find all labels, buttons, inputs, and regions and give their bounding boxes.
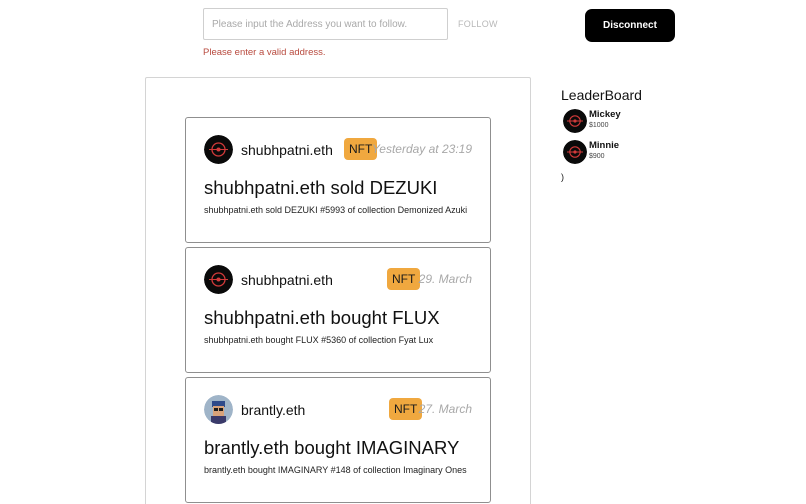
card-timestamp: Yesterday at 23:19 bbox=[371, 142, 472, 156]
card-description: shubhpatni.eth sold DEZUKI #5993 of coll… bbox=[204, 205, 468, 215]
follow-button[interactable]: FOLLOW bbox=[458, 18, 498, 30]
leaderboard-amount: $900 bbox=[589, 153, 605, 160]
card-title: brantly.eth bought IMAGINARY bbox=[204, 437, 460, 458]
address-error-message: Please enter a valid address. bbox=[203, 47, 326, 58]
disconnect-button[interactable]: Disconnect bbox=[585, 9, 675, 42]
card-timestamp: 27. March bbox=[418, 402, 472, 416]
ens-logo-avatar-icon[interactable] bbox=[204, 265, 233, 294]
leaderboard-entry[interactable]: Minnie $900 bbox=[563, 140, 683, 166]
feed-card[interactable]: brantly.eth NFT 27. March brantly.eth bo… bbox=[185, 377, 491, 503]
leaderboard-trailing-text: ) bbox=[561, 172, 564, 182]
nft-badge: NFT bbox=[387, 268, 421, 290]
leaderboard-title: LeaderBoard bbox=[561, 87, 642, 103]
card-timestamp: 29. March bbox=[418, 272, 472, 286]
ens-logo-avatar-icon bbox=[563, 140, 587, 164]
pixel-portrait-avatar-icon[interactable] bbox=[204, 395, 233, 424]
address-input[interactable] bbox=[203, 8, 448, 40]
card-title: shubhpatni.eth sold DEZUKI bbox=[204, 177, 438, 198]
nft-badge: NFT bbox=[389, 398, 423, 420]
card-username[interactable]: shubhpatni.eth bbox=[241, 272, 333, 288]
leaderboard-amount: $1000 bbox=[589, 122, 609, 129]
leaderboard-name: Mickey bbox=[589, 109, 621, 120]
card-username[interactable]: shubhpatni.eth bbox=[241, 142, 333, 158]
card-description: shubhpatni.eth bought FLUX #5360 of coll… bbox=[204, 335, 434, 345]
ens-logo-avatar-icon[interactable] bbox=[204, 135, 233, 164]
feed-card[interactable]: shubhpatni.eth NFT Yesterday at 23:19 sh… bbox=[185, 117, 491, 243]
leaderboard-entry[interactable]: Mickey $1000 bbox=[563, 109, 683, 135]
card-username[interactable]: brantly.eth bbox=[241, 402, 305, 418]
ens-logo-avatar-icon bbox=[563, 109, 587, 133]
feed-card[interactable]: shubhpatni.eth NFT 29. March shubhpatni.… bbox=[185, 247, 491, 373]
leaderboard-name: Minnie bbox=[589, 140, 620, 151]
card-title: shubhpatni.eth bought FLUX bbox=[204, 307, 440, 328]
card-description: brantly.eth bought IMAGINARY #148 of col… bbox=[204, 465, 467, 475]
